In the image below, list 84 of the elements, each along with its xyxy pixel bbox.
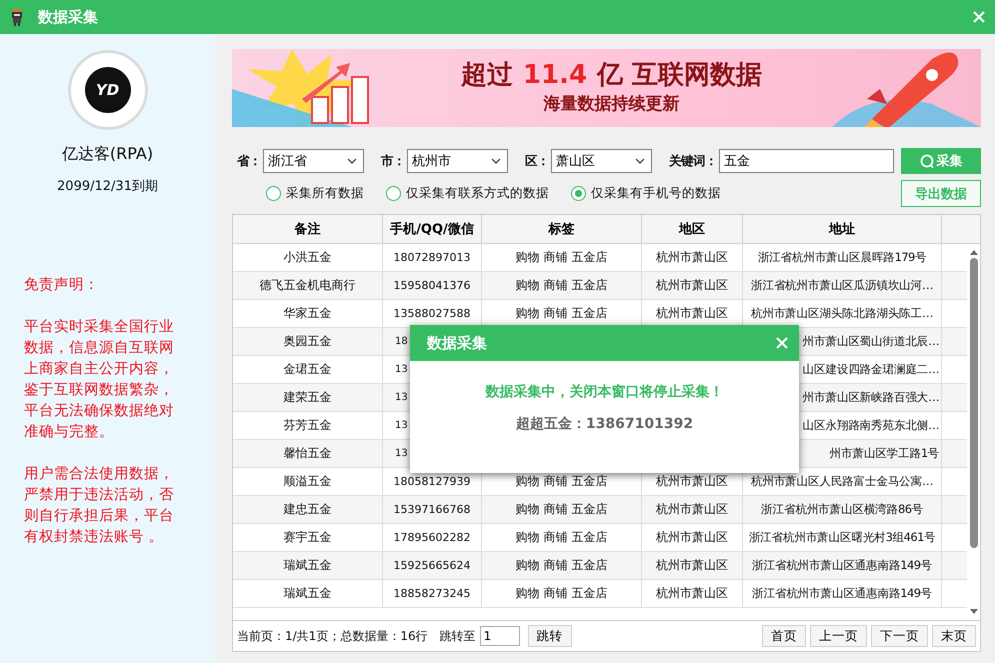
table-cell: 杭州市萧山区 (642, 524, 743, 551)
banner-headline-text: 超过 (460, 60, 513, 90)
table-cell: 奥园五金 (233, 328, 383, 355)
window-title: 数据采集 (38, 8, 98, 26)
table-cell: 芬芳五金 (233, 412, 383, 439)
table-cell: 18072897013 (383, 244, 482, 271)
table-cell: 小洪五金 (233, 244, 383, 271)
table-cell: 浙江省杭州市萧山区瓜沥镇坎山河… (743, 272, 942, 299)
jump-button[interactable]: 跳转 (528, 625, 572, 647)
page-button[interactable]: 下一页 (871, 625, 928, 647)
status-message: 数据采集中，关闭本窗口将停止采集！ (484, 383, 724, 401)
column-header: 备注 (233, 215, 383, 243)
radio-option[interactable]: 采集所有数据 (266, 185, 364, 202)
table-cell: 德飞五金机电商行 (233, 272, 383, 299)
table-cell: 建忠五金 (233, 496, 383, 523)
page-field[interactable]: 1 (480, 626, 520, 646)
table-cell: 18858273245 (383, 580, 482, 607)
table-cell: 杭州市萧山区 (642, 272, 743, 299)
page-summary: 当前页：1/共1页；总数据量：16行 (237, 628, 428, 644)
table-cell: 购物 商铺 五金店 (482, 272, 642, 299)
field-label: 市： (381, 152, 405, 170)
table-cell: 15397166768 (383, 496, 482, 523)
table-cell: 购物 商铺 五金店 (482, 524, 642, 551)
radio-option[interactable]: 仅采集有联系方式的数据 (386, 185, 549, 202)
table-cell: 购物 商铺 五金店 (482, 496, 642, 523)
table-cell: 建荣五金 (233, 384, 383, 411)
close-icon[interactable] (972, 10, 986, 24)
banner-headline-text: 亿 互联网数据 (597, 60, 762, 90)
keyword-field[interactable]: 五金 (719, 149, 894, 173)
page-button[interactable]: 首页 (762, 625, 806, 647)
table-cell: 杭州市萧山区 (642, 244, 743, 271)
radio-option[interactable]: 仅采集有手机号的数据 (571, 185, 721, 202)
scroll-up-icon[interactable] (968, 248, 978, 256)
table-cell: 赛宇五金 (233, 524, 383, 551)
dropdown[interactable]: 杭州市 (407, 149, 508, 173)
banner-subtitle: 海量数据持续更新 (544, 93, 680, 115)
table-cell: 15925665624 (383, 552, 482, 579)
table-cell: 馨怡五金 (233, 440, 383, 467)
scroll-down-icon[interactable] (968, 608, 978, 616)
dropdown[interactable]: 浙江省 (263, 149, 364, 173)
field-label: 区： (525, 152, 549, 170)
banner-headline-text: 11.4 (522, 60, 588, 90)
column-header: 标签 (482, 215, 642, 243)
caret-icon (491, 158, 501, 164)
field-label: 关键词： (669, 152, 717, 170)
table-cell: 瑞斌五金 (233, 580, 383, 607)
product-name: 亿达客(RPA) (62, 144, 154, 165)
page-button[interactable]: 末页 (932, 625, 976, 647)
table-cell: 浙江省杭州市萧山区通惠南路149号 (743, 552, 942, 579)
table-cell: 顺溢五金 (233, 468, 383, 495)
dropdown[interactable]: 萧山区 (551, 149, 652, 173)
table-cell: 15958041376 (383, 272, 482, 299)
disclaimer-text: 平台实时采集全国行业数据，信息源自互联网上商家自主公开内容，鉴于互联网数据繁杂，平台无法确保数据绝对准确与完整。 (24, 318, 175, 442)
column-header: 地区 (642, 215, 743, 243)
table-cell: 购物 商铺 五金店 (482, 244, 642, 271)
logo-text: YD (96, 81, 120, 99)
table-cell: 浙江省杭州市萧山区曙光村3组461号 (743, 524, 942, 551)
table-cell: 浙江省杭州市萧山区晨晖路179号 (743, 244, 942, 271)
table-cell: 杭州市萧山区 (642, 552, 743, 579)
table-cell: 购物 商铺 五金店 (482, 552, 642, 579)
table-cell: 17895602282 (383, 524, 482, 551)
caret-icon (635, 158, 645, 164)
table-cell: 杭州市萧山区 (642, 496, 743, 523)
robot-icon (10, 8, 24, 26)
jump-label: 跳转至 (440, 628, 476, 644)
field-label: 省： (237, 152, 261, 170)
caret-icon (347, 158, 357, 164)
table-cell: 金珺五金 (233, 356, 383, 383)
table-cell: 瑞斌五金 (233, 552, 383, 579)
column-header: 手机/QQ/微信 (383, 215, 482, 243)
table-cell: 杭州市萧山区 (642, 580, 743, 607)
disclaimer-text: 用户需合法使用数据，严禁用于违法活动，否则自行承担后果，平台有权封禁违法账号 。 (24, 465, 175, 547)
disclaimer-title: 免责声明： (24, 276, 100, 295)
table-cell: 购物 商铺 五金店 (482, 580, 642, 607)
expiry-date: 2099/12/31到期 (57, 178, 158, 195)
table-cell: 华家五金 (233, 300, 383, 327)
table-cell: 浙江省杭州市萧山区通惠南路149号 (743, 580, 942, 607)
scrollbar-thumb[interactable] (970, 258, 978, 548)
table-cell: 浙江省杭州市萧山区横湾路86号 (743, 496, 942, 523)
close-icon[interactable] (775, 336, 789, 350)
search-icon (920, 154, 934, 168)
current-record: 超超五金：13867101392 (514, 415, 694, 433)
page-button[interactable]: 上一页 (810, 625, 867, 647)
column-header: 地址 (743, 215, 942, 243)
